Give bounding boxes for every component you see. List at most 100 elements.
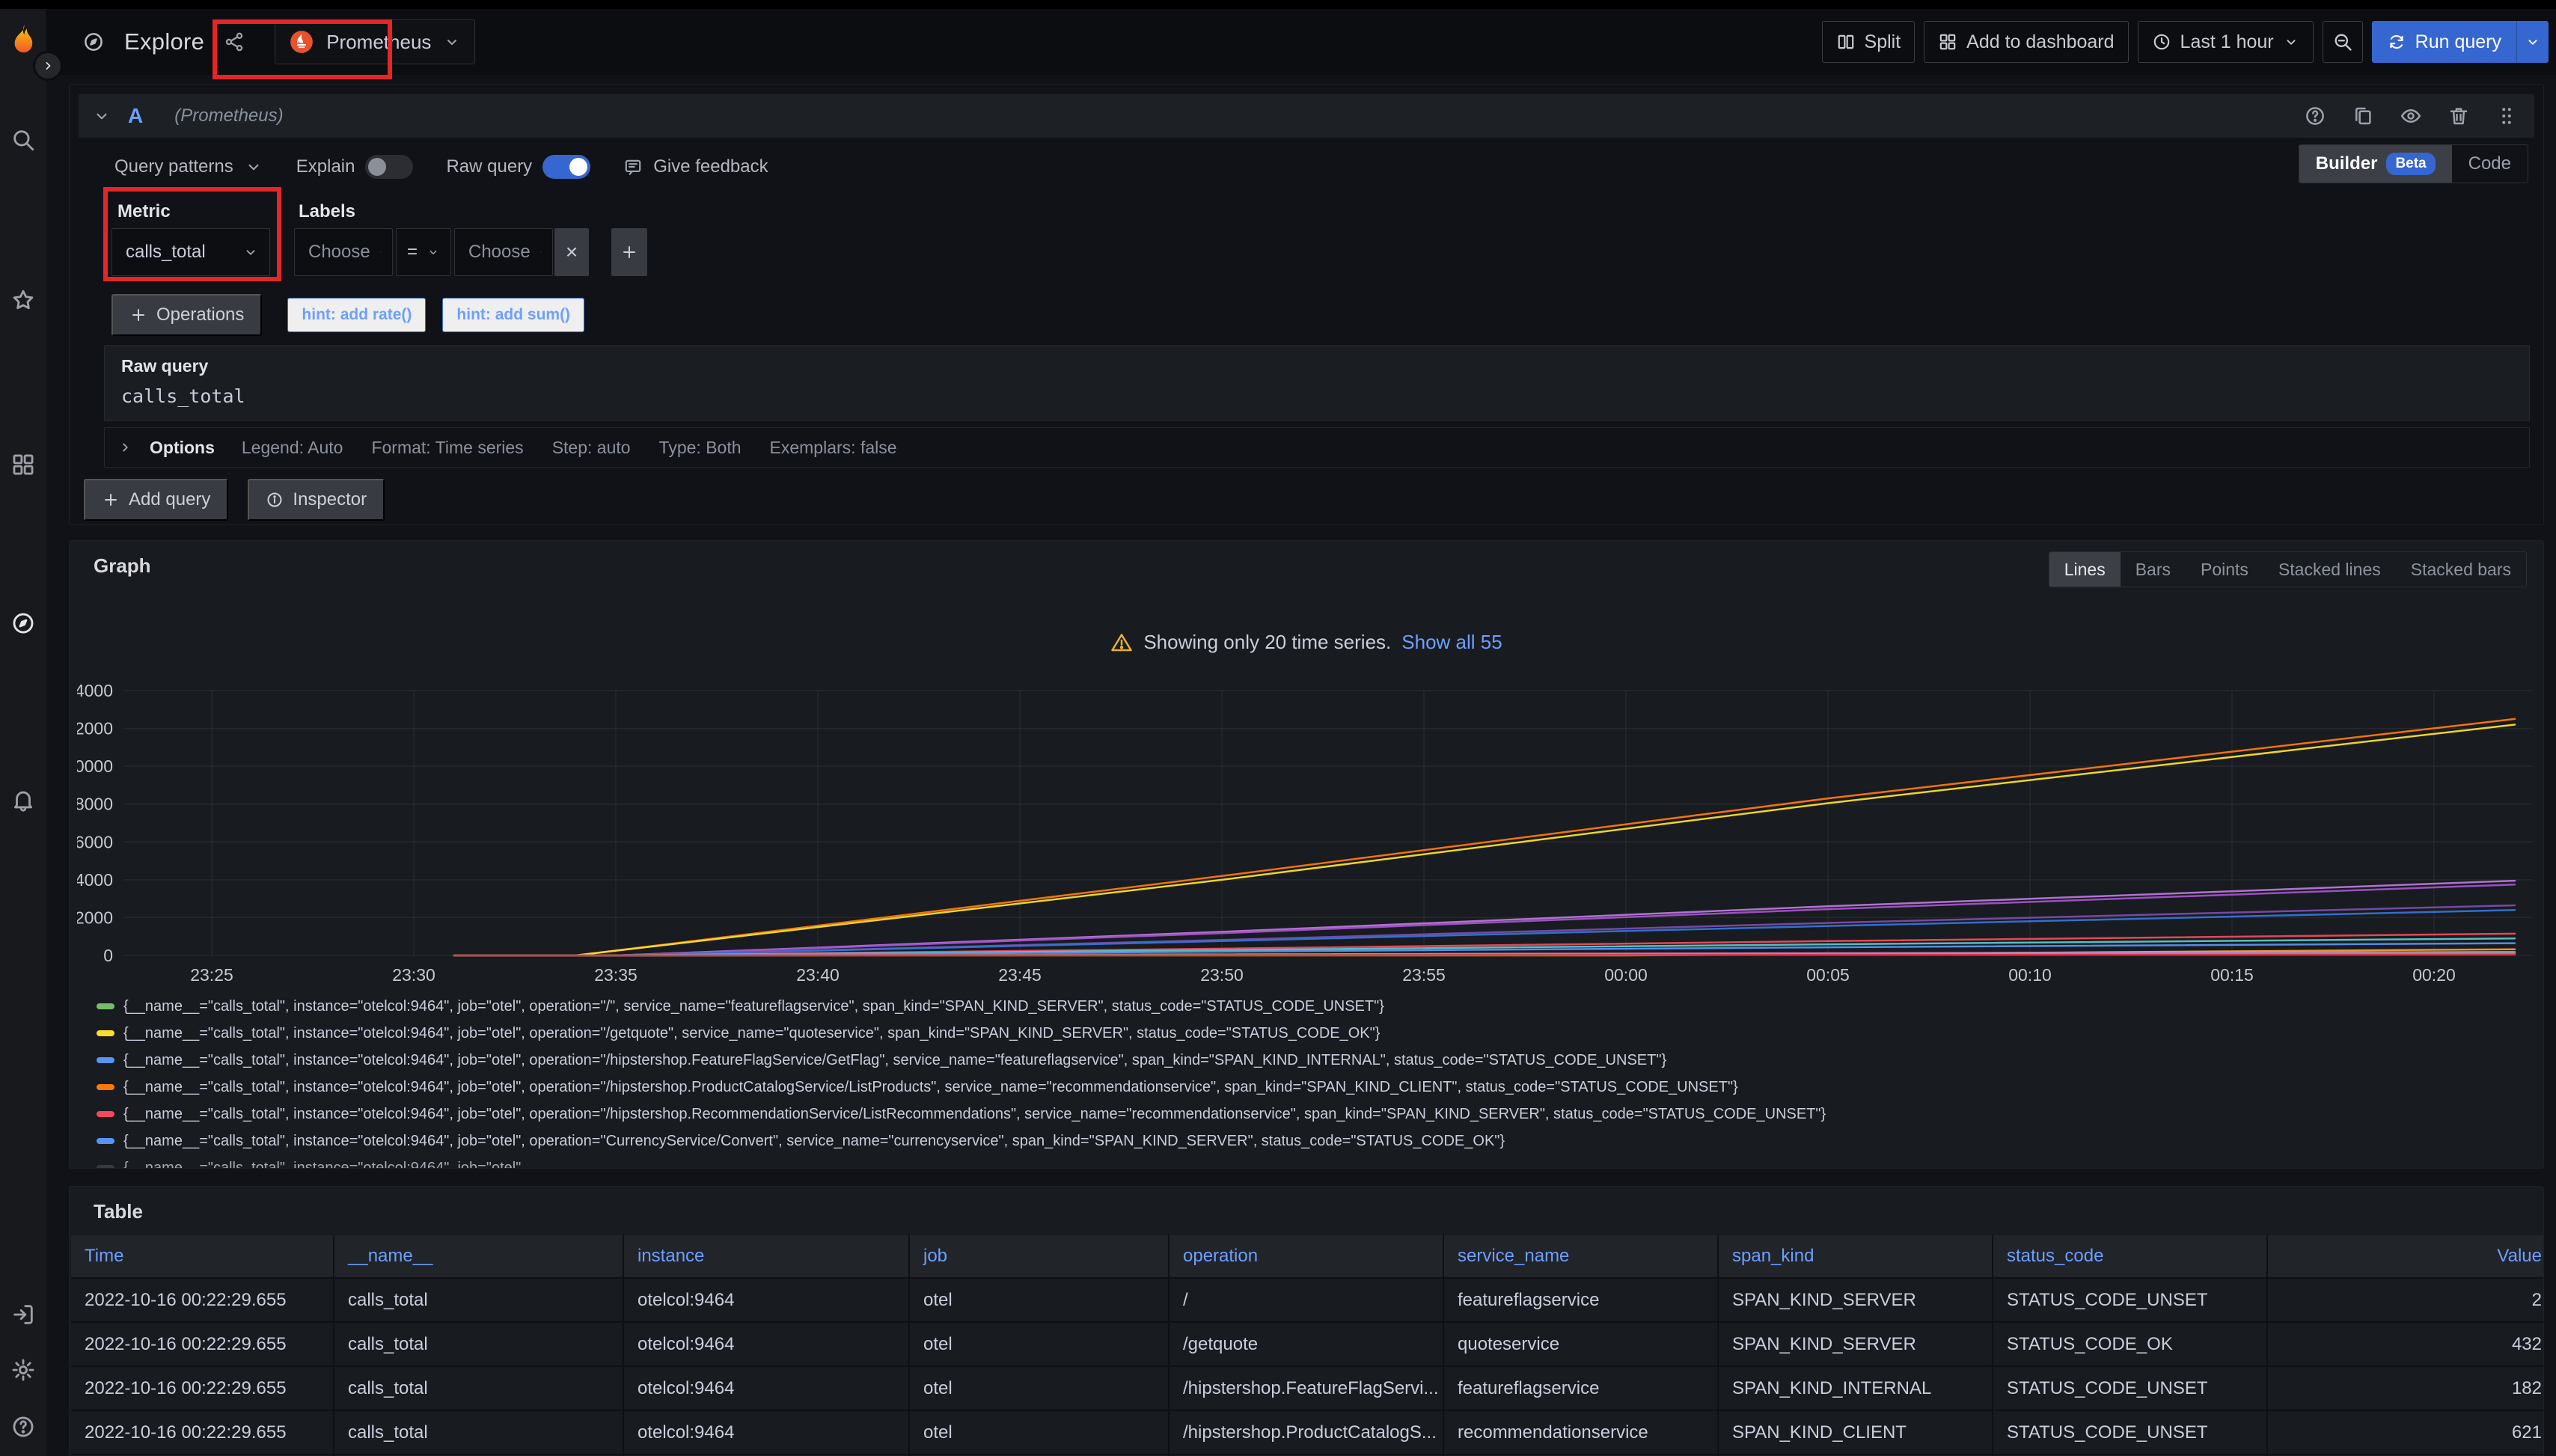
remove-label-filter-button[interactable]: × xyxy=(554,228,589,276)
column-header-servicename[interactable]: service_name xyxy=(1444,1235,1717,1277)
legend-row[interactable]: {__name__="calls_total", instance="otelc… xyxy=(97,1154,2521,1169)
code-tab[interactable]: Code xyxy=(2452,145,2528,183)
explain-toggle[interactable] xyxy=(365,155,413,179)
show-all-link[interactable]: Show all 55 xyxy=(1401,631,1502,654)
chevron-down-icon[interactable] xyxy=(92,106,111,126)
time-zoom-out-button[interactable] xyxy=(2323,21,2363,63)
labels-field-label: Labels xyxy=(299,201,355,222)
graph-mode-stacked-lines[interactable]: Stacked lines xyxy=(2263,552,2396,587)
query-hint-button[interactable]: hint: add sum() xyxy=(442,298,584,332)
chevron-down-icon xyxy=(379,244,382,260)
chart-legend: {__name__="calls_total", instance="otelc… xyxy=(97,993,2521,1169)
split-button[interactable]: Split xyxy=(1822,21,1916,63)
help-icon[interactable] xyxy=(2304,105,2326,127)
star-icon[interactable] xyxy=(10,287,36,313)
table-cell: otelcol:9464 xyxy=(624,1411,908,1454)
explore-compass-icon[interactable] xyxy=(10,611,36,636)
run-query-dropdown[interactable] xyxy=(2516,21,2549,63)
share-icon[interactable] xyxy=(224,31,245,52)
column-header-time[interactable]: Time xyxy=(71,1235,333,1277)
give-feedback-label: Give feedback xyxy=(653,156,768,177)
drag-handle-icon[interactable] xyxy=(2495,105,2518,127)
table-cell: 2 xyxy=(2268,1279,2544,1321)
column-header-value[interactable]: Value xyxy=(2268,1235,2544,1277)
time-series-chart[interactable]: 0200040006000800010000120001400023:2523:… xyxy=(77,674,2537,988)
table-cell: STATUS_CODE_UNSET xyxy=(1993,1367,2266,1410)
dashboards-icon[interactable] xyxy=(10,452,36,477)
options-row[interactable]: Options Legend: AutoFormat: Time seriesS… xyxy=(104,427,2530,468)
query-row-header[interactable]: A (Prometheus) xyxy=(79,94,2534,138)
legend-row[interactable]: {__name__="calls_total", instance="otelc… xyxy=(97,1101,2521,1128)
add-to-dashboard-button[interactable]: Add to dashboard xyxy=(1924,21,2128,63)
legend-swatch-icon xyxy=(97,1030,114,1036)
graph-mode-lines[interactable]: Lines xyxy=(2049,552,2121,587)
comment-icon xyxy=(623,157,643,177)
label-operator-select[interactable]: = xyxy=(396,228,451,276)
operations-button[interactable]: Operations xyxy=(111,294,262,336)
raw-query-toggle[interactable] xyxy=(542,155,590,179)
metric-select[interactable]: calls_total xyxy=(111,228,270,276)
legend-row[interactable]: {__name__="calls_total", instance="otelc… xyxy=(97,1020,2521,1047)
label-name-select[interactable]: Choose xyxy=(294,228,393,276)
add-to-dashboard-label: Add to dashboard xyxy=(1966,31,2114,53)
graph-mode-stacked-bars[interactable]: Stacked bars xyxy=(2396,552,2526,587)
split-label: Split xyxy=(1865,31,1901,53)
metric-field-label: Metric xyxy=(117,201,171,222)
grafana-logo-icon[interactable] xyxy=(5,22,41,58)
table-cell: featureflagservice xyxy=(1444,1367,1717,1410)
legend-series-label: {__name__="calls_total", instance="otelc… xyxy=(123,1052,1666,1069)
chevron-down-icon xyxy=(242,244,259,260)
table-cell: otelcol:9464 xyxy=(624,1367,908,1410)
graph-panel-title: Graph xyxy=(94,554,151,578)
gear-icon[interactable] xyxy=(10,1357,36,1383)
explore-header-compass-icon xyxy=(82,31,105,53)
run-query-button[interactable]: Run query xyxy=(2372,21,2549,63)
help-icon[interactable] xyxy=(10,1414,36,1440)
sidebar xyxy=(0,9,46,1456)
page-title: Explore xyxy=(124,28,204,55)
table-cell: 2022-10-16 00:22:29.655 xyxy=(71,1279,333,1321)
svg-text:00:00: 00:00 xyxy=(1604,965,1648,985)
eye-icon[interactable] xyxy=(2400,105,2422,127)
table-cell: calls_total xyxy=(334,1323,623,1365)
sidebar-expand-button[interactable] xyxy=(33,51,63,81)
raw-query-value: calls_total xyxy=(121,385,2513,407)
graph-mode-points[interactable]: Points xyxy=(2186,552,2263,587)
raw-query-toggle-group: Raw query xyxy=(446,155,590,179)
column-header-name[interactable]: __name__ xyxy=(334,1235,623,1277)
sign-in-icon[interactable] xyxy=(10,1302,36,1327)
search-minus-icon xyxy=(2332,31,2353,52)
copy-icon[interactable] xyxy=(2352,105,2374,127)
svg-text:23:25: 23:25 xyxy=(190,965,233,985)
column-header-operation[interactable]: operation xyxy=(1170,1235,1443,1277)
builder-tab[interactable]: Builder Beta xyxy=(2299,145,2452,183)
add-query-button[interactable]: Add query xyxy=(84,479,228,521)
graph-mode-bars[interactable]: Bars xyxy=(2121,552,2186,587)
label-value-select[interactable]: Choose xyxy=(454,228,553,276)
builder-label: Builder xyxy=(2316,153,2378,174)
trash-icon[interactable] xyxy=(2448,105,2470,127)
query-patterns-dropdown[interactable]: Query patterns xyxy=(114,156,263,177)
svg-text:10000: 10000 xyxy=(77,756,113,776)
legend-row[interactable]: {__name__="calls_total", instance="otelc… xyxy=(97,1047,2521,1074)
datasource-picker[interactable]: Prometheus xyxy=(275,19,475,64)
legend-row[interactable]: {__name__="calls_total", instance="otelc… xyxy=(97,993,2521,1020)
legend-row[interactable]: {__name__="calls_total", instance="otelc… xyxy=(97,1074,2521,1101)
bell-icon[interactable] xyxy=(10,787,36,813)
graph-mode-group: LinesBarsPointsStacked linesStacked bars xyxy=(2049,551,2527,587)
legend-row[interactable]: {__name__="calls_total", instance="otelc… xyxy=(97,1128,2521,1154)
svg-text:23:50: 23:50 xyxy=(1200,965,1244,985)
column-header-job[interactable]: job xyxy=(910,1235,1168,1277)
column-header-statuscode[interactable]: status_code xyxy=(1993,1235,2266,1277)
legend-swatch-icon xyxy=(97,1138,114,1144)
option-summary-item: Type: Both xyxy=(659,438,742,458)
give-feedback-link[interactable]: Give feedback xyxy=(623,156,768,177)
column-header-instance[interactable]: instance xyxy=(624,1235,908,1277)
time-range-picker[interactable]: Last 1 hour xyxy=(2138,21,2314,63)
query-hint-button[interactable]: hint: add rate() xyxy=(287,298,426,332)
add-label-filter-button[interactable] xyxy=(611,228,647,276)
inspector-button[interactable]: Inspector xyxy=(248,479,385,521)
column-header-spankind[interactable]: span_kind xyxy=(1719,1235,1992,1277)
search-icon[interactable] xyxy=(10,127,36,153)
raw-query-box: Raw query calls_total xyxy=(104,345,2530,421)
